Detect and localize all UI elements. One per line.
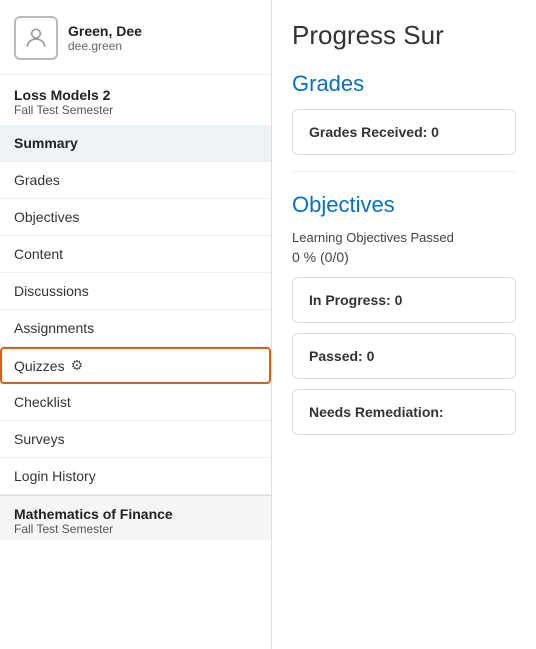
user-name: Green, Dee (68, 23, 142, 39)
grades-received-card: Grades Received: 0 (292, 109, 516, 155)
course2-section: Mathematics of Finance Fall Test Semeste… (0, 495, 271, 540)
in-progress-card: In Progress: 0 (292, 277, 516, 323)
objectives-percent: 0 % (0/0) (292, 249, 516, 265)
user-info: Green, Dee dee.green (68, 23, 142, 53)
avatar (14, 16, 58, 60)
sidebar-item-surveys[interactable]: Surveys (0, 421, 271, 458)
sidebar-item-content[interactable]: Content (0, 236, 271, 273)
course1-semester: Fall Test Semester (14, 103, 257, 117)
course2-title: Mathematics of Finance (14, 506, 257, 522)
needs-remediation-card: Needs Remediation: (292, 389, 516, 435)
page-title: Progress Sur (292, 20, 516, 51)
sidebar-item-assignments[interactable]: Assignments (0, 310, 271, 347)
course2-semester: Fall Test Semester (14, 522, 257, 536)
sidebar-item-grades[interactable]: Grades (0, 162, 271, 199)
main-content: Progress Sur Grades Grades Received: 0 O… (272, 0, 536, 649)
objectives-section: Objectives Learning Objectives Passed 0 … (292, 192, 516, 435)
sidebar-item-login-history[interactable]: Login History (0, 458, 271, 495)
section-divider (292, 171, 516, 172)
sidebar: Green, Dee dee.green Loss Models 2 Fall … (0, 0, 272, 649)
nav-list: Summary Grades Objectives Content Discus… (0, 125, 271, 495)
grades-section: Grades Grades Received: 0 (292, 71, 516, 155)
course1-section: Loss Models 2 Fall Test Semester (0, 75, 271, 125)
quizzes-label: Quizzes (14, 358, 65, 374)
objectives-subtitle: Learning Objectives Passed (292, 230, 516, 245)
quizzes-settings-icon: ⚙ (71, 357, 84, 374)
user-login: dee.green (68, 39, 142, 53)
sidebar-item-summary[interactable]: Summary (0, 125, 271, 162)
passed-card: Passed: 0 (292, 333, 516, 379)
user-section: Green, Dee dee.green (0, 0, 271, 75)
grades-section-title: Grades (292, 71, 516, 97)
sidebar-item-objectives[interactable]: Objectives (0, 199, 271, 236)
sidebar-item-checklist[interactable]: Checklist (0, 384, 271, 421)
sidebar-item-quizzes[interactable]: Quizzes ⚙ (0, 347, 271, 384)
course1-title: Loss Models 2 (14, 87, 257, 103)
objectives-section-title: Objectives (292, 192, 516, 218)
sidebar-item-discussions[interactable]: Discussions (0, 273, 271, 310)
